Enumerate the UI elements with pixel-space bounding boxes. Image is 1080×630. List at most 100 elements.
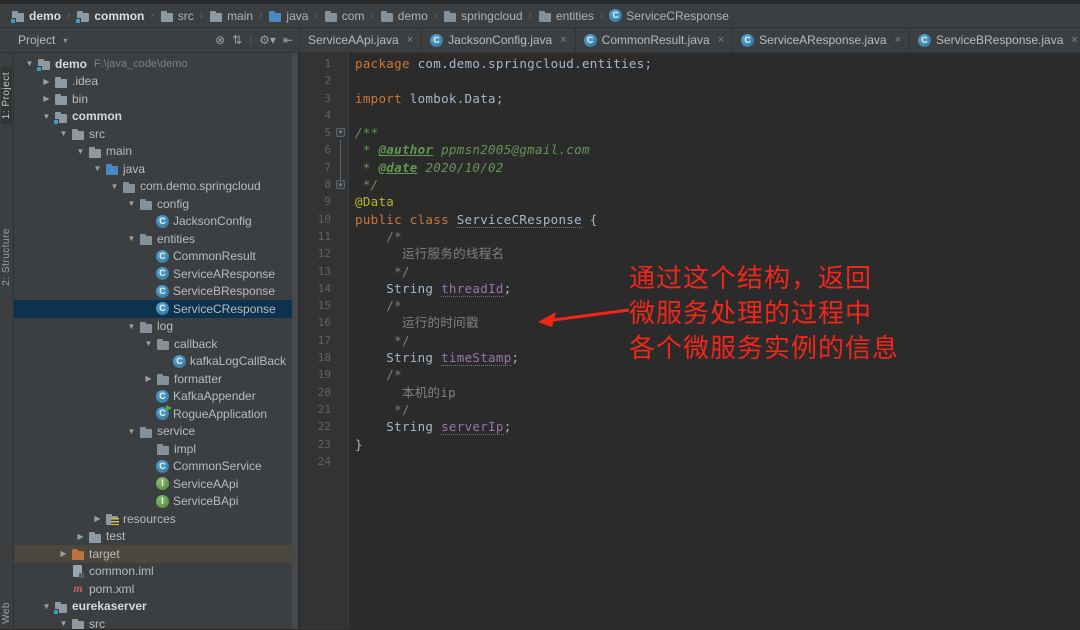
tree-item[interactable]: ▼eurekaserver	[14, 598, 298, 616]
class-icon: C	[156, 267, 169, 280]
editor-tab[interactable]: CJacksonConfig.java×	[422, 28, 576, 52]
tree-item[interactable]: ▼src	[14, 125, 298, 143]
tree-item[interactable]: ▼com.demo.springcloud	[14, 178, 298, 196]
editor-tab[interactable]: CServiceBResponse.java×	[910, 28, 1080, 52]
tree-item[interactable]: CkafkaLogCallBack	[14, 353, 298, 371]
breadcrumb-item[interactable]: src	[157, 9, 197, 23]
breadcrumb-item[interactable]: common	[73, 9, 147, 23]
tree-item[interactable]: ▼callback	[14, 335, 298, 353]
expand-arrow-icon[interactable]: ▶	[90, 514, 105, 523]
close-icon[interactable]: ×	[407, 34, 413, 46]
tree-item[interactable]: CJacksonConfig	[14, 213, 298, 231]
fold-marker-icon[interactable]: ▾	[336, 128, 345, 137]
tool-window-button[interactable]: 2: Structure	[1, 223, 12, 291]
tree-item[interactable]: ▼entities	[14, 230, 298, 248]
breadcrumb-item[interactable]: CServiceCResponse	[606, 9, 732, 23]
tree-item[interactable]: IServiceAApi	[14, 475, 298, 493]
tree-item[interactable]: ▶.idea	[14, 73, 298, 91]
tree-item[interactable]: ▶formatter	[14, 370, 298, 388]
collapse-arrow-icon[interactable]: ▼	[124, 199, 139, 208]
collapse-arrow-icon[interactable]: ▼	[124, 322, 139, 331]
code-token: timeStamp	[441, 350, 511, 366]
breadcrumb-item[interactable]: entities	[535, 9, 597, 23]
editor-tab[interactable]: CServiceAResponse.java×	[733, 28, 910, 52]
hide-panel-icon[interactable]: ⇤	[283, 33, 293, 47]
code-token: /*	[355, 367, 402, 382]
collapse-arrow-icon[interactable]: ▼	[56, 619, 71, 628]
tree-item[interactable]: CServiceBResponse	[14, 283, 298, 301]
collapse-arrow-icon[interactable]: ▼	[90, 164, 105, 173]
breadcrumb-item[interactable]: main	[206, 9, 256, 23]
expand-arrow-icon[interactable]: ▶	[73, 532, 88, 541]
tree-item[interactable]: ▼log	[14, 318, 298, 336]
tree-item[interactable]: ▶test	[14, 528, 298, 546]
breadcrumb-item[interactable]: demo	[377, 9, 431, 23]
fold-marker-icon[interactable]: ▴	[336, 180, 345, 189]
breadcrumb-item[interactable]: java	[265, 9, 311, 23]
breadcrumb-label: springcloud	[461, 9, 522, 23]
collapse-arrow-icon[interactable]: ▼	[39, 112, 54, 121]
settings-icon[interactable]: ⚙▾	[259, 33, 276, 47]
code-token: *	[355, 142, 378, 157]
tree-item-label: impl	[174, 442, 196, 456]
editor-tab[interactable]: CCommonResult.java×	[576, 28, 733, 52]
tree-item[interactable]: IServiceBApi	[14, 493, 298, 511]
tree-item[interactable]: CCommonService	[14, 458, 298, 476]
locate-icon[interactable]: ⊗	[215, 33, 225, 47]
fold-column	[333, 297, 349, 314]
collapse-arrow-icon[interactable]: ▼	[56, 129, 71, 138]
breadcrumb-item[interactable]: demo	[8, 9, 64, 23]
tree-item[interactable]: CRogueApplication	[14, 405, 298, 423]
close-icon[interactable]: ×	[1071, 34, 1077, 46]
code-token: public class	[355, 212, 457, 227]
close-icon[interactable]: ×	[895, 34, 901, 46]
expand-arrow-icon[interactable]: ▶	[39, 77, 54, 86]
expand-arrow-icon[interactable]: ▶	[56, 549, 71, 558]
tree-item[interactable]: ▼service	[14, 423, 298, 441]
tree-item[interactable]: impl	[14, 440, 298, 458]
collapse-all-icon[interactable]: ⇅	[232, 33, 242, 47]
collapse-arrow-icon[interactable]: ▼	[107, 182, 122, 191]
code-line: 12 运行服务的线程名	[299, 245, 1080, 262]
tool-window-button[interactable]: Web	[1, 597, 12, 629]
editor-tab[interactable]: ServiceAApi.java×	[300, 28, 422, 52]
collapse-arrow-icon[interactable]: ▼	[124, 234, 139, 243]
project-panel-title[interactable]: Project	[18, 33, 55, 47]
tree-item[interactable]: CServiceCResponse	[14, 300, 298, 318]
tree-item[interactable]: ▶bin	[14, 90, 298, 108]
breadcrumb-item[interactable]: com	[321, 9, 368, 23]
collapse-arrow-icon[interactable]: ▼	[141, 339, 156, 348]
tree-item-label: ServiceAApi	[173, 477, 238, 491]
close-icon[interactable]: ×	[718, 34, 724, 46]
tree-item[interactable]: ▶resources	[14, 510, 298, 528]
tree-item[interactable]: ▼config	[14, 195, 298, 213]
expand-arrow-icon[interactable]: ▶	[141, 374, 156, 383]
tree-item[interactable]: CKafkaAppender	[14, 388, 298, 406]
tree-item[interactable]: ▼src	[14, 615, 298, 629]
tree-item-label: ServiceAResponse	[173, 267, 275, 281]
tree-scrollbar[interactable]	[292, 53, 298, 629]
tree-item[interactable]: ▼ common	[14, 108, 298, 126]
collapse-arrow-icon[interactable]: ▼	[124, 427, 139, 436]
code-line: 10public class ServiceCResponse {	[299, 211, 1080, 228]
chevron-down-icon[interactable]: ▾	[63, 36, 67, 45]
line-number: 11	[299, 228, 333, 245]
tree-item[interactable]: ▶target	[14, 545, 298, 563]
tool-window-button[interactable]: 1: Project	[1, 67, 12, 124]
tree-item[interactable]: common.iml	[14, 563, 298, 581]
breadcrumb-item[interactable]: springcloud	[440, 9, 525, 23]
breadcrumb-separator: ›	[257, 10, 264, 21]
tree-item[interactable]: ▼main	[14, 143, 298, 161]
collapse-arrow-icon[interactable]: ▼	[39, 602, 54, 611]
tree-item[interactable]: C ServiceAResponse	[14, 265, 298, 283]
tree-item[interactable]: CCommonResult	[14, 248, 298, 266]
expand-arrow-icon[interactable]: ▶	[39, 94, 54, 103]
tab-label: JacksonConfig.java	[448, 33, 552, 47]
tree-item[interactable]: mpom.xml	[14, 580, 298, 598]
collapse-arrow-icon[interactable]: ▼	[73, 147, 88, 156]
tree-item-label: common	[72, 109, 122, 123]
collapse-arrow-icon[interactable]: ▼	[22, 59, 37, 68]
tree-item[interactable]: ▼demoF:\java_code\demo	[14, 55, 298, 73]
tree-item[interactable]: ▼java	[14, 160, 298, 178]
close-icon[interactable]: ×	[560, 34, 566, 46]
